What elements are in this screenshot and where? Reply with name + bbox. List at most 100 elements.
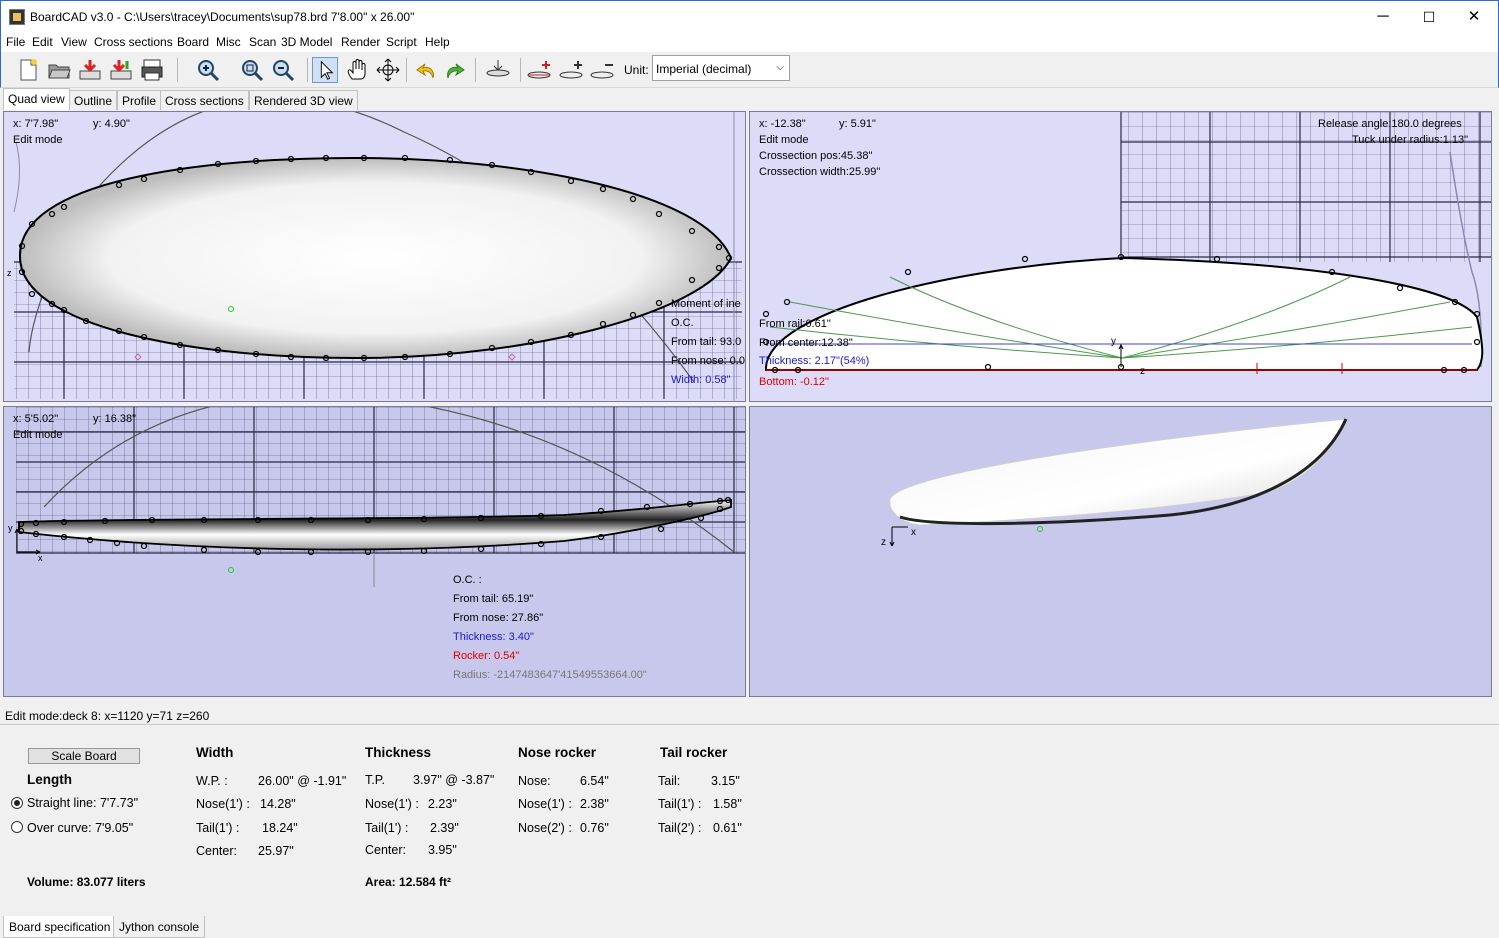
nose-rocker-nose-label: Nose: bbox=[518, 774, 551, 788]
tail-rocker-t2-label: Tail(2') : bbox=[658, 821, 702, 835]
nose-rocker-nose-value: 6.54" bbox=[580, 774, 609, 788]
view-tabs: Quad view Outline Profile Cross sections… bbox=[0, 88, 1499, 110]
redo-icon[interactable] bbox=[442, 57, 468, 83]
width-center-label: Center: bbox=[196, 844, 237, 858]
board-flip-icon[interactable] bbox=[485, 57, 511, 83]
width-wp-value: 26.00" @ -1.91" bbox=[258, 774, 347, 788]
release-angle: Release angle:180.0 degrees bbox=[1318, 118, 1462, 130]
close-button[interactable]: ✕ bbox=[1451, 1, 1497, 33]
outline-view-pane[interactable]: x: 7'7.98" y: 4.90" Edit mode z Moment o… bbox=[3, 111, 746, 402]
straight-line-label: Straight line: 7'7.73" bbox=[27, 796, 139, 810]
thickness-tp-label: T.P. bbox=[365, 773, 385, 787]
minimize-button[interactable]: ─ bbox=[1360, 1, 1406, 33]
outline-x-readout: x: 7'7.98" bbox=[13, 118, 59, 130]
menu-render[interactable]: Render bbox=[341, 35, 380, 49]
outline-width: Width: 0.58" bbox=[671, 374, 731, 386]
cross-section-pane[interactable]: x: -12.38" y: 5.91" Edit mode Crossectio… bbox=[749, 111, 1492, 402]
length-heading: Length bbox=[27, 772, 72, 787]
menu-cross-sections[interactable]: Cross sections bbox=[94, 35, 173, 49]
menu-script[interactable]: Script bbox=[386, 35, 417, 49]
profile-y-readout: y: 16.38" bbox=[93, 413, 137, 425]
render-axis-z: z bbox=[881, 537, 886, 548]
cross-y-readout: y: 5.91" bbox=[839, 118, 876, 130]
profile-rocker: Rocker: 0.54" bbox=[453, 650, 520, 662]
board-specification-panel: Scale Board Length Straight line: 7'7.73… bbox=[0, 724, 1499, 914]
nose-rocker-n2-label: Nose(2') : bbox=[518, 821, 572, 835]
tab-outline[interactable]: Outline bbox=[69, 90, 118, 110]
nose-rocker-n2-value: 0.76" bbox=[580, 821, 609, 835]
unit-label: Unit: bbox=[624, 63, 649, 77]
undo-icon[interactable] bbox=[413, 57, 439, 83]
render-axis-x: x bbox=[911, 527, 916, 538]
cross-axis-z: z bbox=[1140, 366, 1145, 377]
width-nose-label: Nose(1') : bbox=[196, 797, 250, 811]
from-center: From center:12.38" bbox=[759, 337, 853, 349]
outline-mode-label: Edit mode bbox=[13, 134, 63, 146]
tail-rocker-tail-label: Tail: bbox=[658, 774, 681, 788]
zoom-in-icon[interactable] bbox=[195, 57, 221, 83]
select-arrow-icon[interactable] bbox=[312, 57, 338, 83]
remove-cross-section-icon[interactable] bbox=[589, 57, 615, 83]
over-curve-radio[interactable] bbox=[11, 821, 23, 833]
from-rail: From rail:0.61" bbox=[759, 318, 831, 330]
save-icon[interactable] bbox=[77, 57, 103, 83]
maximize-button[interactable]: ☐ bbox=[1406, 1, 1452, 33]
profile-axis-x: x bbox=[38, 553, 43, 563]
tab-jython-console[interactable]: Jython console bbox=[113, 916, 206, 938]
new-file-icon[interactable] bbox=[15, 57, 41, 83]
menu-help[interactable]: Help bbox=[425, 35, 450, 49]
unit-select[interactable]: Imperial (decimal) ⌵ bbox=[652, 55, 790, 81]
profile-thickness: Thickness: 3.40" bbox=[453, 631, 534, 643]
scale-board-button[interactable]: Scale Board bbox=[28, 748, 140, 764]
straight-line-radio[interactable] bbox=[11, 797, 23, 809]
outline-from-nose: From nose: 0.0 bbox=[671, 355, 745, 367]
toolbar-separator bbox=[475, 58, 476, 82]
menu-view[interactable]: View bbox=[61, 35, 87, 49]
width-center-value: 25.97" bbox=[258, 844, 294, 858]
nose-rocker-n1-value: 2.38" bbox=[580, 797, 609, 811]
tail-rocker-t2-value: 0.61" bbox=[713, 821, 742, 835]
menu-file[interactable]: File bbox=[6, 35, 25, 49]
title-bar: BoardCAD v3.0 - C:\Users\tracey\Document… bbox=[0, 0, 1499, 32]
profile-axis-y: y bbox=[8, 523, 13, 533]
outline-oc-label: O.C. bbox=[671, 317, 694, 329]
width-tail-value: 18.24" bbox=[262, 821, 298, 835]
move-icon[interactable] bbox=[375, 57, 401, 83]
outline-canvas[interactable] bbox=[4, 112, 746, 402]
width-heading: Width bbox=[196, 745, 234, 760]
save-as-icon[interactable] bbox=[108, 57, 134, 83]
menu-misc[interactable]: Misc bbox=[216, 35, 241, 49]
zoom-fit-icon[interactable] bbox=[239, 57, 265, 83]
menu-3d-model[interactable]: 3D Model bbox=[281, 35, 332, 49]
menu-scan[interactable]: Scan bbox=[249, 35, 276, 49]
tab-board-specification[interactable]: Board specification bbox=[3, 916, 117, 938]
tab-profile[interactable]: Profile bbox=[117, 90, 162, 110]
tab-quad-view[interactable]: Quad view bbox=[3, 88, 70, 110]
toolbar: Unit: Imperial (decimal) ⌵ bbox=[0, 52, 1499, 88]
rendered-3d-pane[interactable]: z x bbox=[749, 406, 1492, 697]
menu-edit[interactable]: Edit bbox=[32, 35, 53, 49]
open-folder-icon[interactable] bbox=[46, 57, 72, 83]
render-canvas[interactable] bbox=[750, 407, 1492, 697]
menu-board[interactable]: Board bbox=[177, 35, 209, 49]
profile-view-pane[interactable]: x: 5'5.02" y: 16.38" Edit mode y x O.C. … bbox=[3, 406, 746, 697]
menu-bar: File Edit View Cross sections Board Misc… bbox=[0, 32, 1499, 52]
toolbar-separator bbox=[406, 58, 407, 82]
tab-cross-sections[interactable]: Cross sections bbox=[160, 90, 249, 110]
tuck-under-radius: Tuck under radius:1.13" bbox=[1352, 134, 1469, 146]
tab-rendered-3d-view[interactable]: Rendered 3D view bbox=[249, 90, 358, 110]
over-curve-label: Over curve: 7'9.05" bbox=[27, 821, 134, 835]
pan-hand-icon[interactable] bbox=[344, 57, 370, 83]
add-cross-section-icon[interactable] bbox=[558, 57, 584, 83]
profile-canvas[interactable] bbox=[4, 407, 746, 697]
print-icon[interactable] bbox=[139, 57, 165, 83]
thickness-nose-value: 2.23" bbox=[428, 797, 457, 811]
zoom-out-icon[interactable] bbox=[270, 57, 296, 83]
thickness-tail-label: Tail(1') : bbox=[365, 821, 409, 835]
thickness-center-label: Center: bbox=[365, 843, 406, 857]
outline-y-readout: y: 4.90" bbox=[93, 118, 130, 130]
thickness-center-value: 3.95" bbox=[428, 843, 457, 857]
add-control-point-icon[interactable] bbox=[526, 57, 552, 83]
area-label: Area: 12.584 ft² bbox=[365, 875, 452, 889]
cross-x-readout: x: -12.38" bbox=[759, 118, 806, 130]
